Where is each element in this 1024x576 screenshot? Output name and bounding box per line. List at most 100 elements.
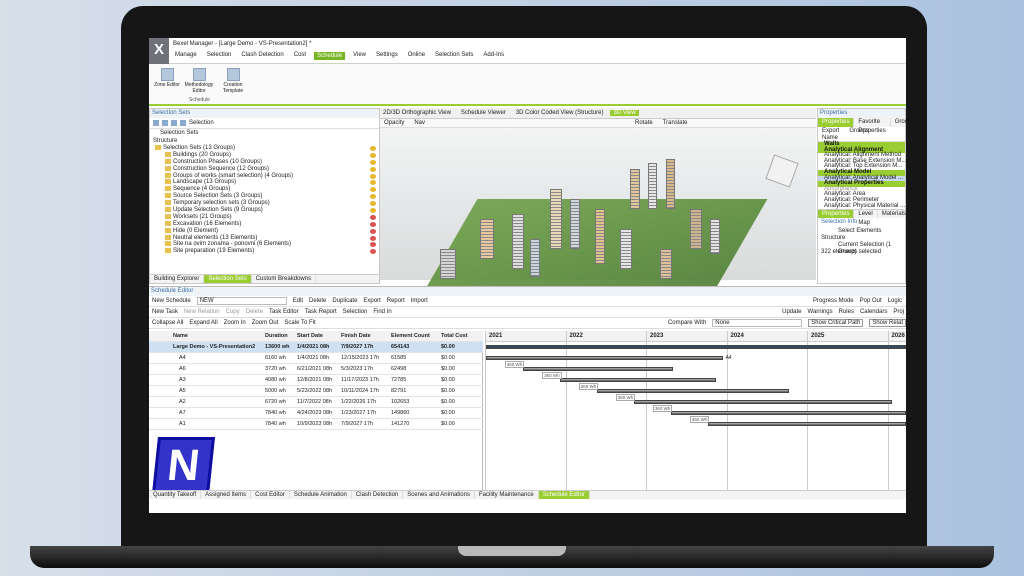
menu-clash-detection[interactable]: Clash Detection xyxy=(239,52,285,60)
gantt-bar[interactable] xyxy=(485,356,723,360)
bottom-tab[interactable]: Quantity Takeoff xyxy=(149,491,202,499)
warnings-button[interactable]: Warnings xyxy=(808,309,833,315)
table-row[interactable]: Large Demo - VS-Presentation2 13600 wh 1/4… xyxy=(149,342,483,353)
tab-selection-sets[interactable]: Selection Sets xyxy=(204,275,252,283)
bottom-tab[interactable]: Facility Maintenance xyxy=(475,491,539,499)
logic-button[interactable]: Logic xyxy=(888,298,902,304)
tree-item[interactable]: Construction Sequence (12 Groups) xyxy=(155,165,379,173)
menu-view[interactable]: View xyxy=(351,52,368,60)
edit-button[interactable]: Edit xyxy=(293,298,303,304)
view-tab[interactable]: 3D Color Coded View (Structure) xyxy=(513,110,607,116)
view-tab[interactable]: Schedule Viewer xyxy=(458,110,509,116)
tree-item[interactable]: Sequence (4 Groups) xyxy=(155,186,379,193)
property-row[interactable]: Analytical: Physical Material ... xyxy=(818,203,905,210)
new-relation-button[interactable]: New Relation xyxy=(184,309,220,315)
copy-button[interactable]: Copy xyxy=(226,309,240,315)
export-schedule-button[interactable]: Export xyxy=(363,298,380,304)
gantt-bar[interactable] xyxy=(670,411,906,415)
selection-dropdown[interactable]: Selection xyxy=(189,120,214,126)
tree-item[interactable]: Site preparation (19 Elements) xyxy=(155,248,379,255)
tab-building-explorer[interactable]: Building Explorer xyxy=(150,275,205,283)
bottom-tab[interactable]: Clash Detection xyxy=(352,491,404,499)
zoom-out-button[interactable]: Zoom Out xyxy=(252,320,279,326)
table-row[interactable]: A5 5000 wh 5/23/2022 08h 10/11/2024 17h 8279… xyxy=(149,386,483,397)
bottom-tab[interactable]: Schedule Animation xyxy=(290,491,352,499)
gantt-bar[interactable] xyxy=(560,378,717,382)
filter-icon[interactable] xyxy=(180,120,186,126)
report-button[interactable]: Report xyxy=(387,298,405,304)
tree-item[interactable]: Worksets (21 Groups) xyxy=(155,213,379,221)
rules-button[interactable]: Rules xyxy=(839,309,854,315)
delete-button[interactable]: Delete xyxy=(309,298,326,304)
gantt-bar[interactable] xyxy=(633,400,893,404)
tree-item[interactable]: Source Selection Sets (3 Groups) xyxy=(155,193,379,200)
prop-bottom-tab[interactable]: Properties xyxy=(818,210,855,219)
menu-settings[interactable]: Settings xyxy=(374,52,400,60)
nav-dropdown[interactable]: Nav xyxy=(414,120,425,126)
menu-add-ins[interactable]: Add-Ins xyxy=(481,52,506,60)
update-button[interactable]: Update xyxy=(782,309,801,315)
find-in-button[interactable]: Find In xyxy=(373,309,391,315)
prop-bottom-tab[interactable]: Level Map xyxy=(854,210,878,226)
prop-bottom-tab[interactable]: Materials xyxy=(878,210,906,218)
tree-item[interactable]: Landscape (13 Groups) xyxy=(155,179,379,186)
show-relations-button[interactable]: Show Relat xyxy=(869,319,906,327)
duplicate-button[interactable]: Duplicate xyxy=(332,298,357,304)
show-critical-path-button[interactable]: Show Critical Path xyxy=(808,319,864,327)
view-tab[interactable]: 3D View xyxy=(610,110,639,116)
table-row[interactable]: A6 3720 wh 6/21/2021 08h 5/3/2023 17h 62498 $… xyxy=(149,364,483,375)
creation-template-button[interactable]: Creation Template xyxy=(217,68,249,94)
gantt-bar[interactable] xyxy=(522,367,673,371)
prop-tab[interactable]: Groups xyxy=(891,118,906,127)
schedule-select[interactable]: NEW xyxy=(196,297,287,305)
new-task-button[interactable]: New Task xyxy=(152,309,178,315)
compare-with-select[interactable]: None xyxy=(712,319,803,327)
project-button[interactable]: Proj xyxy=(893,309,904,315)
zone-editor-button[interactable]: Zone Editor xyxy=(151,68,183,88)
gantt-chart[interactable]: 2021 2022 2023 2024 2025 2026 A4 360 Wh 360 Wh 3… xyxy=(485,331,906,491)
select-elements-button[interactable]: Select Elements xyxy=(818,227,905,235)
delete-icon[interactable] xyxy=(162,120,168,126)
translate-tool[interactable]: Translate xyxy=(663,120,688,126)
add-icon[interactable] xyxy=(153,120,159,126)
view-cube[interactable] xyxy=(765,154,799,188)
prop-tab[interactable]: Properties xyxy=(818,118,855,127)
tree-item[interactable]: Excavation (16 Elements) xyxy=(155,220,379,228)
table-row[interactable]: A4 6160 wh 1/4/2021 08h 12/15/2023 17h 61585… xyxy=(149,353,483,364)
collapse-all-button[interactable]: Collapse All xyxy=(152,320,183,326)
popout-button[interactable]: Pop Out xyxy=(860,298,882,304)
bottom-tab[interactable]: Scenes and Animations xyxy=(403,491,475,499)
selection-button[interactable]: Selection xyxy=(343,309,368,315)
tree-item[interactable]: Hide (0 Element) xyxy=(155,227,379,235)
view-tab[interactable]: 2D/3D Orthographic View xyxy=(380,110,454,116)
task-report-button[interactable]: Task Report xyxy=(305,309,337,315)
export-button[interactable]: Export xyxy=(822,127,839,135)
refresh-icon[interactable] xyxy=(171,120,177,126)
tree-item[interactable]: Neutral elements (13 Elements) xyxy=(155,234,379,242)
groups-button[interactable]: Groups xyxy=(849,127,869,135)
3d-viewport[interactable] xyxy=(380,119,816,294)
tab-custom-breakdowns[interactable]: Custom Breakdowns xyxy=(252,275,317,283)
menu-online[interactable]: Online xyxy=(406,52,427,60)
tree-item[interactable]: Groups of works (smart selection) (4 Gro… xyxy=(155,172,379,180)
table-row[interactable]: A3 4080 wh 12/8/2021 08h 11/17/2023 17h 7278… xyxy=(149,375,483,386)
gantt-bar[interactable] xyxy=(485,345,906,349)
calendars-button[interactable]: Calendars xyxy=(860,309,887,315)
tree-item[interactable]: Temporary selection sets (3 Groups) xyxy=(155,200,379,207)
task-editor-button[interactable]: Task Editor xyxy=(269,309,299,315)
table-row[interactable]: A1 7840 wh 10/9/2023 08h 7/9/2027 17h 141270… xyxy=(149,419,483,430)
new-schedule-button[interactable]: New Schedule xyxy=(152,298,191,304)
scale-to-fit-button[interactable]: Scale To Fit xyxy=(284,320,315,326)
menu-manage[interactable]: Manage xyxy=(173,52,199,60)
bottom-tab[interactable]: Schedule Editor xyxy=(538,491,591,499)
methodology-editor-button[interactable]: Methodology Editor xyxy=(183,68,215,94)
rotate-tool[interactable]: Rotate xyxy=(635,120,653,126)
bottom-tab[interactable]: Assigned Items xyxy=(201,491,252,499)
import-button[interactable]: Import xyxy=(411,298,428,304)
tree-item[interactable]: Construction Phases (10 Groups) xyxy=(155,158,379,166)
menu-selection[interactable]: Selection xyxy=(205,52,234,60)
progress-mode-button[interactable]: Progress Mode xyxy=(813,298,854,304)
expand-all-button[interactable]: Expand All xyxy=(189,320,217,326)
opacity-dropdown[interactable]: Opacity xyxy=(384,120,404,126)
table-row[interactable]: A7 7840 wh 4/24/2023 08h 1/23/2027 17h 14986… xyxy=(149,408,483,419)
